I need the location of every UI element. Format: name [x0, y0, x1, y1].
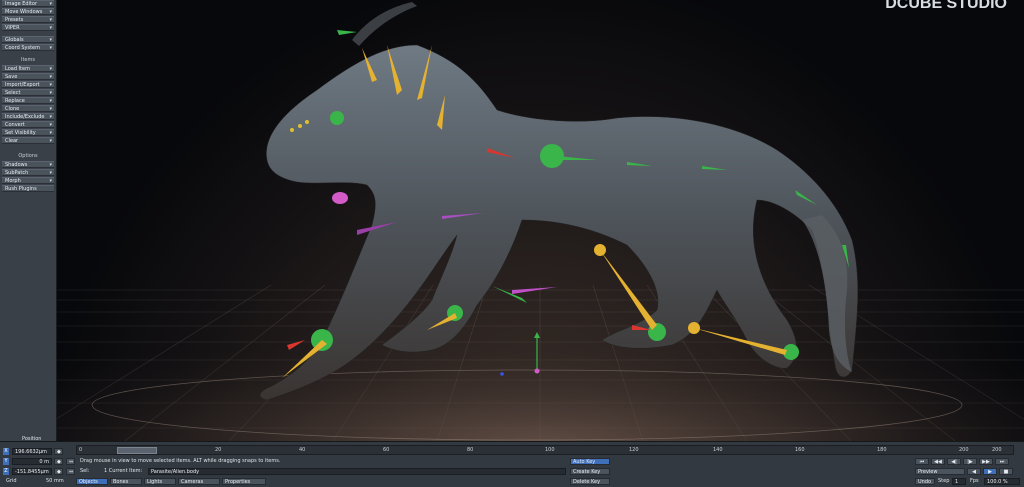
next-frame-button[interactable]: |▶	[963, 458, 977, 465]
move-windows-button[interactable]: Move Windows ▾	[2, 8, 54, 15]
viper-button[interactable]: VIPER ▾	[2, 24, 54, 31]
tick-160: 160	[795, 447, 805, 453]
tick-0: 0	[79, 447, 83, 453]
subpatch-button[interactable]: SubPatch ▾	[2, 169, 54, 176]
position-label: Position	[22, 436, 42, 442]
scene-render: DCUBE STUDIO	[57, 0, 1024, 441]
step-label: Step	[938, 478, 950, 484]
timeline-track[interactable]: 0 20 40 60 80 100 120 140 160 180 200 20…	[76, 445, 1014, 455]
3d-viewport[interactable]: DCUBE STUDIO	[57, 0, 1024, 441]
import-export-button[interactable]: Import/Export ▾	[2, 81, 54, 88]
z-position-field[interactable]: -151.8455µm	[12, 468, 52, 475]
undo-button[interactable]: Undo	[915, 478, 935, 485]
y-lock-button[interactable]: ◆	[54, 458, 63, 465]
grid-value: 50 mm	[46, 478, 64, 484]
current-item-label: 1 Current Item:	[104, 468, 143, 474]
y-position-field[interactable]: 0 m	[12, 458, 52, 465]
first-frame-button[interactable]: ⏮	[915, 458, 929, 465]
options-heading: Options	[18, 153, 38, 159]
tick-40: 40	[299, 447, 306, 453]
load-item-button[interactable]: Load Item ▾	[2, 65, 54, 72]
fps-field[interactable]: 100.0 %	[984, 478, 1020, 485]
tick-120: 120	[629, 447, 639, 453]
z-lock-button[interactable]: ◆	[54, 468, 63, 475]
tick-200: 200	[959, 447, 969, 453]
globals-button[interactable]: Globals ▾	[2, 36, 54, 43]
play-reverse-button[interactable]: ◀	[967, 468, 981, 475]
bottom-control-bar: Position X 196.6632µm ◆ Y 0 m ◆ Z -151.8…	[0, 436, 1024, 487]
replace-button[interactable]: Replace ▾	[2, 97, 54, 104]
status-message: Drag mouse in view to move selected item…	[80, 458, 281, 464]
x-position-field[interactable]: 196.6632µm	[12, 448, 52, 455]
grid-label: Grid	[6, 478, 17, 484]
rush-plugins-button[interactable]: Rush Plugins	[2, 185, 54, 192]
tick-20: 20	[215, 447, 222, 453]
head-control-handle[interactable]	[330, 111, 344, 125]
shadows-button[interactable]: Shadows ▾	[2, 161, 54, 168]
current-item-select[interactable]: Parasite/Alien.body	[148, 468, 566, 475]
auto-key-button[interactable]: Auto Key	[570, 458, 610, 465]
application-window: Image Editor ▾ Move Windows ▾ Presets ▾ VIP…	[0, 0, 1024, 487]
tick-80: 80	[467, 447, 474, 453]
select-button[interactable]: Select ▾	[2, 89, 54, 96]
tick-100: 100	[545, 447, 555, 453]
save-button[interactable]: Save ▾	[2, 73, 54, 80]
watermark: DCUBE STUDIO	[885, 0, 1007, 12]
x-lock-button[interactable]: ◆	[54, 448, 63, 455]
z-axis-tag: Z	[3, 468, 9, 475]
presets-button[interactable]: Presets ▾	[2, 16, 54, 23]
tick-180: 180	[877, 447, 887, 453]
sel-mode-button[interactable]: ⇔	[66, 468, 75, 475]
preview-button[interactable]: Preview	[915, 468, 965, 475]
convert-button[interactable]: Convert ▾	[2, 121, 54, 128]
timeline-scrubber[interactable]	[117, 447, 157, 454]
morph-button[interactable]: Morph ▾	[2, 177, 54, 184]
tick-60: 60	[383, 447, 390, 453]
items-heading: Items	[21, 57, 35, 63]
fps-label: Fps	[970, 478, 979, 484]
delete-key-button[interactable]: Delete Key	[570, 478, 610, 485]
bones-mode-button[interactable]: Bones	[110, 478, 142, 485]
last-frame-button[interactable]: ⏭	[995, 458, 1009, 465]
set-visibility-button[interactable]: Set Visibility ▾	[2, 129, 54, 136]
stop-button[interactable]: ■	[999, 468, 1013, 475]
objects-mode-button[interactable]: Objects	[76, 478, 108, 485]
x-axis-tag: X	[3, 448, 9, 455]
create-key-button[interactable]: Create Key	[570, 468, 610, 475]
prev-frame-button[interactable]: ◀|	[947, 458, 961, 465]
drag-mode-button[interactable]: ⇔	[66, 458, 75, 465]
tick-end-200: 200	[992, 447, 1002, 453]
tick-140: 140	[713, 447, 723, 453]
clear-button[interactable]: Clear ▾	[2, 137, 54, 144]
include-exclude-button[interactable]: Include/Exclude ▾	[2, 113, 54, 120]
prev-key-button[interactable]: ◀◀	[931, 458, 945, 465]
spine-control-handle[interactable]	[540, 144, 564, 168]
cameras-mode-button[interactable]: Cameras	[178, 478, 220, 485]
lights-mode-button[interactable]: Lights	[144, 478, 176, 485]
left-tool-panel: Image Editor ▾ Move Windows ▾ Presets ▾ VIP…	[0, 0, 57, 441]
next-key-button[interactable]: ▶▶	[979, 458, 993, 465]
y-axis-tag: Y	[3, 458, 9, 465]
properties-button[interactable]: Properties	[222, 478, 266, 485]
clone-button[interactable]: Clone ▾	[2, 105, 54, 112]
pole-target-handle[interactable]	[332, 192, 348, 204]
sel-label: Sel:	[80, 468, 90, 474]
step-field[interactable]: 1	[952, 478, 966, 485]
coord-system-button[interactable]: Coord System ▾	[2, 44, 54, 51]
play-button[interactable]: ▶	[983, 468, 997, 475]
image-editor-button[interactable]: Image Editor ▾	[2, 0, 54, 7]
